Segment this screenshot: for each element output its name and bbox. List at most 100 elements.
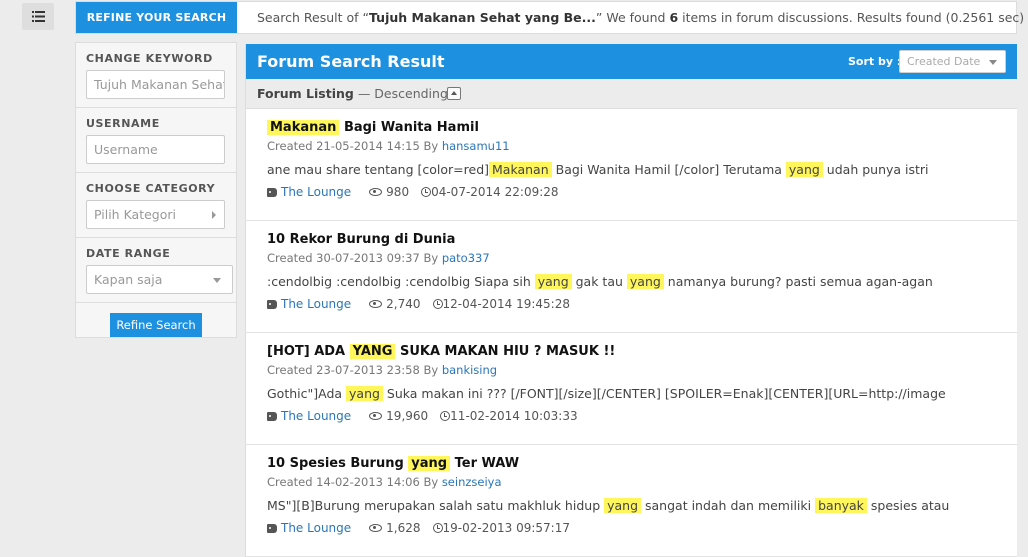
tag-icon	[267, 523, 277, 533]
date-label: DATE RANGE	[86, 247, 171, 260]
title-highlight: yang	[408, 456, 451, 471]
results-title: Forum Search Result	[257, 52, 445, 71]
category-section: CHOOSE CATEGORY Pilih Kategori	[76, 173, 236, 238]
sort-select[interactable]: Created Date	[899, 50, 1006, 73]
date-range-select[interactable]: Kapan saja	[86, 265, 233, 294]
keyword-section: CHANGE KEYWORD Tujuh Makanan Sehat yang …	[76, 43, 236, 108]
keyword-label: CHANGE KEYWORD	[86, 52, 213, 65]
result-snippet: :cendolbig :cendolbig :cendolbig Siapa s…	[267, 272, 1007, 292]
eye-icon	[369, 412, 383, 420]
username-section: USERNAME Username	[76, 108, 236, 173]
author-link[interactable]: pato337	[442, 251, 490, 265]
result-meta: Created 30-07-2013 09:37 By pato337	[267, 250, 1017, 266]
snippet-text: :cendolbig :cendolbig :cendolbig Siapa s…	[267, 274, 535, 289]
snippet-highlight: Makanan	[489, 162, 552, 177]
summary-suffix: items in forum discussions. Results foun…	[678, 10, 1025, 25]
clock-icon	[440, 411, 451, 421]
results-panel: Forum Search Result Sort by : Created Da…	[245, 44, 1017, 557]
chevron-down-icon	[213, 278, 221, 283]
listing-order: — Descending	[353, 86, 448, 101]
listing-bar: Forum Listing — Descending	[246, 79, 1017, 109]
created-text: Created 21-05-2014 14:15 By	[267, 139, 442, 153]
result-meta: Created 21-05-2014 14:15 By hansamu11	[267, 138, 1017, 154]
snippet-text: gak tau	[571, 274, 627, 289]
collapse-toggle-icon[interactable]	[447, 87, 461, 100]
created-text: Created 30-07-2013 09:37 By	[267, 251, 442, 265]
title-highlight: Makanan	[267, 120, 340, 135]
eye-icon	[369, 188, 383, 196]
category-link[interactable]: The Lounge	[281, 519, 351, 537]
chevron-down-icon	[989, 60, 997, 65]
created-text: Created 23-07-2013 23:58 By	[267, 363, 442, 377]
date-select-value: Kapan saja	[94, 272, 163, 287]
refine-search-button[interactable]: Refine Search	[110, 313, 202, 337]
category-link[interactable]: The Lounge	[281, 183, 351, 201]
category-link[interactable]: The Lounge	[281, 295, 351, 313]
view-count: 980	[386, 185, 410, 199]
last-post-time: 19-02-2013 09:57:17	[442, 521, 570, 535]
snippet-text: Gothic"]Ada	[267, 386, 347, 401]
menu-toggle-button[interactable]	[22, 3, 54, 30]
view-count: 1,628	[386, 521, 421, 535]
clock-icon	[432, 523, 443, 533]
result-title-link[interactable]: Makanan Bagi Wanita Hamil	[267, 119, 1017, 137]
snippet-text: MS"][B]Burung merupakan salah satu makhl…	[267, 498, 605, 513]
snippet-highlight: yang	[346, 386, 383, 401]
last-post-time: 04-07-2014 22:09:28	[431, 185, 559, 199]
clock-icon	[421, 187, 432, 197]
result-item: Makanan Bagi Wanita Hamil Created 21-05-2…	[246, 109, 1017, 221]
snippet-text: spesies atau	[866, 498, 950, 513]
result-footer: The Lounge 19,960 11-02-2014 10:03:33	[267, 407, 1017, 425]
snippet-highlight: yang	[785, 162, 823, 177]
result-snippet: MS"][B]Burung merupakan salah satu makhl…	[267, 496, 1007, 516]
category-select-value: Pilih Kategori	[94, 207, 177, 222]
snippet-text: Bagi Wanita Hamil [/color] Terutama	[551, 162, 786, 177]
keyword-input[interactable]: Tujuh Makanan Sehat yang Be	[86, 70, 225, 99]
author-link[interactable]: seinzseiya	[442, 475, 502, 489]
search-summary-text: Search Result of “Tujuh Makanan Sehat ya…	[257, 2, 1024, 33]
listing-label: Forum Listing	[257, 86, 354, 101]
snippet-text: sangat indah dan memiliki	[641, 498, 816, 513]
snippet-highlight: yang	[534, 274, 572, 289]
result-title-link[interactable]: 10 Rekor Burung di Dunia	[267, 231, 1017, 249]
title-text: Bagi Wanita Hamil	[339, 120, 479, 135]
result-count: 6	[669, 10, 679, 25]
snippet-text: udah punya istri	[822, 162, 929, 177]
results-header: Forum Search Result Sort by : Created Da…	[246, 44, 1017, 79]
result-snippet: ane mau share tentang [color=red] Makanan…	[267, 160, 1007, 180]
username-input[interactable]: Username	[86, 135, 225, 164]
snippet-text: ane mau share tentang [color=red]	[267, 162, 490, 177]
summary-mid: ” We found	[595, 10, 670, 25]
title-text: [HOT] ADA	[267, 344, 350, 359]
result-item: 10 Spesies Burung yang Ter WAW Created 14…	[246, 445, 1017, 557]
snippet-text: Suka makan ini ??? [/FONT][/size][/CENTE…	[382, 386, 946, 401]
clock-icon	[432, 299, 443, 309]
result-item: 10 Rekor Burung di Dunia Created 30-07-20…	[246, 221, 1017, 333]
title-text: SUKA MAKAN HIU ? MASUK !!	[395, 344, 616, 359]
title-text: 10 Spesies Burung	[267, 456, 409, 471]
result-snippet: Gothic"]Ada yang Suka makan ini ??? [/FO…	[267, 384, 1007, 404]
date-section: DATE RANGE Kapan saja	[76, 238, 236, 303]
sort-label: Sort by :	[848, 55, 902, 68]
author-link[interactable]: bankising	[442, 363, 497, 377]
result-title-link[interactable]: [HOT] ADA YANG SUKA MAKAN HIU ? MASUK !!	[267, 343, 1017, 361]
created-text: Created 14-02-2013 14:06 By	[267, 475, 442, 489]
author-link[interactable]: hansamu11	[442, 139, 510, 153]
category-link[interactable]: The Lounge	[281, 407, 351, 425]
summary-prefix: Search Result of “	[257, 10, 370, 25]
results-list: Makanan Bagi Wanita Hamil Created 21-05-2…	[246, 109, 1017, 557]
result-title-link[interactable]: 10 Spesies Burung yang Ter WAW	[267, 455, 1017, 473]
last-post-time: 11-02-2014 10:03:33	[450, 409, 578, 423]
result-footer: The Lounge 980 04-07-2014 22:09:28	[267, 183, 1017, 201]
refine-search-tab[interactable]: REFINE YOUR SEARCH	[76, 2, 237, 33]
search-summary-bar: REFINE YOUR SEARCH Search Result of “Tuj…	[75, 1, 1024, 34]
result-meta: Created 23-07-2013 23:58 By bankising	[267, 362, 1017, 378]
view-count: 2,740	[386, 297, 421, 311]
result-footer: The Lounge 2,740 12-04-2014 19:45:28	[267, 295, 1017, 313]
title-text: 10 Rekor Burung di Dunia	[267, 232, 456, 247]
category-select[interactable]: Pilih Kategori	[86, 200, 225, 229]
sort-select-value: Created Date	[907, 55, 981, 68]
result-item: [HOT] ADA YANG SUKA MAKAN HIU ? MASUK !!…	[246, 333, 1017, 445]
category-label: CHOOSE CATEGORY	[86, 182, 216, 195]
result-meta: Created 14-02-2013 14:06 By seinzseiya	[267, 474, 1017, 490]
